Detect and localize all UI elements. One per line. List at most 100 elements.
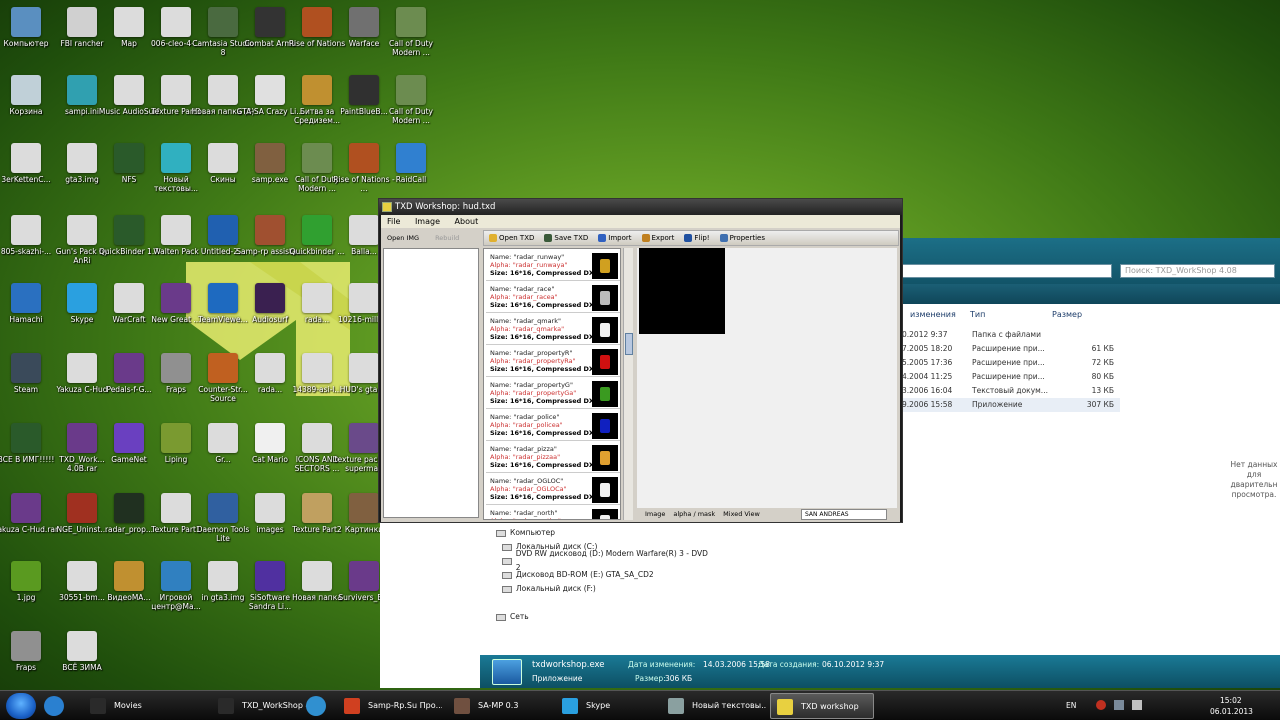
nav-item-label: Дисковод BD-ROM (E:) GTA_SA_CD2 <box>516 570 654 579</box>
tab-mixed-view[interactable]: Mixed View <box>723 510 760 518</box>
nav-item[interactable]: DVD RW дисковод (D:) Modern Warfare(R) 3… <box>502 549 708 572</box>
toolbar-icon <box>489 234 497 242</box>
nav-item[interactable]: Компьютер <box>496 526 708 540</box>
texture-entry[interactable]: Name: "radar_pizza" Alpha: "radar_pizzaa"… <box>486 443 620 473</box>
search-input[interactable]: Поиск: TXD_WorkShop 4.08 <box>1120 264 1275 278</box>
column-modified[interactable]: изменения <box>910 310 956 319</box>
texture-entry[interactable]: Name: "radar_OGLOC" Alpha: "radar_OGLOCa"… <box>486 475 620 505</box>
menu-file[interactable]: File <box>387 217 400 226</box>
start-button[interactable] <box>6 693 36 719</box>
texture-name: Name: "radar_race" <box>490 285 555 293</box>
taskbar-button[interactable]: SA-MP 0.3 <box>448 693 552 719</box>
taskbar-button[interactable]: Новый текстовы... <box>662 693 766 719</box>
taskbar-button[interactable]: Movies <box>84 693 208 719</box>
toolbar-icon <box>719 234 728 242</box>
texture-entry[interactable]: Name: "radar_qmark" Alpha: "radar_qmarka"… <box>486 315 620 345</box>
toolbar-button[interactable]: Import <box>598 234 632 242</box>
texture-name: Name: "radar_runway" <box>490 253 565 261</box>
file-icon <box>114 353 144 383</box>
texture-entry[interactable]: Name: "radar_race" Alpha: "radar_racea" Si… <box>486 283 620 313</box>
file-icon <box>349 7 379 37</box>
clock-time[interactable]: 15:02 <box>1220 696 1242 705</box>
file-icon <box>114 215 144 245</box>
nav-item[interactable]: Локальный диск (F:) <box>502 582 708 596</box>
desktop-icon[interactable]: Call of Duty Modern ... <box>377 72 445 140</box>
texture-thumbnail <box>592 253 618 279</box>
open-img-button[interactable]: Open IMG <box>387 234 419 242</box>
desktop-icon-label: Call of Duty Modern ... <box>389 107 433 125</box>
texture-size: Size: 16*16, Compressed DXT1 <box>490 333 594 341</box>
file-row[interactable]: 0.2012 9:37 Папка с файлами <box>900 328 1120 342</box>
volume-icon[interactable] <box>1132 700 1142 710</box>
menu-about[interactable]: About <box>455 217 479 226</box>
texture-size: Size: 16*16, Compressed DXT1 <box>490 301 594 309</box>
file-icon <box>161 283 191 313</box>
nav-item[interactable]: Сеть <box>496 610 708 624</box>
details-pane: txdworkshop.exe Приложение Дата изменени… <box>480 655 1280 688</box>
texture-size: Size: 16*16, Compressed DXT1 <box>490 461 594 469</box>
texture-icon <box>600 323 610 337</box>
texture-size: Size: 16*16, Compressed DXT1 <box>490 429 594 437</box>
network-icon[interactable] <box>1114 700 1124 710</box>
file-icon <box>161 75 191 105</box>
file-size: 61 КБ <box>1091 344 1114 353</box>
scrollbar-thumb[interactable] <box>625 333 633 355</box>
texture-entry[interactable]: Name: "radar_police" Alpha: "radar_police… <box>486 411 620 441</box>
taskbar-button-label: TXD workshop <box>801 702 859 711</box>
file-icon <box>255 215 285 245</box>
file-icon <box>208 493 238 523</box>
language-indicator[interactable]: EN <box>1066 701 1076 710</box>
app-icon <box>492 659 522 685</box>
rebuild-button[interactable]: Rebuild <box>435 234 459 242</box>
file-row[interactable]: 3.2006 16:04 Текстовый докум... 13 КБ <box>900 384 1120 398</box>
toolbar-button[interactable]: Properties <box>719 234 765 242</box>
taskbar-button[interactable]: TXD workshop <box>770 693 874 719</box>
taskbar-button[interactable]: Samp-Rp.Su Про... <box>338 693 442 719</box>
texture-alpha: Alpha: "radar_propertyGa" <box>490 389 577 397</box>
file-modified: 5.2005 17:36 <box>902 358 953 367</box>
antivirus-icon[interactable] <box>1096 700 1106 710</box>
texture-size: Size: 16*16, Compressed DXT1 <box>490 269 594 277</box>
texture-entry[interactable]: Name: "radar_north"Alpha: "radar_northa"… <box>486 507 620 519</box>
texture-scrollbar[interactable] <box>623 248 633 520</box>
tab-alpha-mask[interactable]: alpha / mask <box>673 510 715 518</box>
window-title: TXD Workshop: hud.txd <box>395 202 496 212</box>
file-icon <box>208 7 238 37</box>
file-row[interactable]: 9.2006 15:58 Приложение 307 КБ <box>900 398 1120 412</box>
file-size: 80 КБ <box>1091 372 1114 381</box>
file-modified: 4.2004 11:25 <box>902 372 953 381</box>
texture-entry[interactable]: Name: "radar_propertyR" Alpha: "radar_pro… <box>486 347 620 377</box>
toolbar-button[interactable]: Flip! <box>684 234 710 242</box>
toolbar-button[interactable]: Save TXD <box>544 234 588 242</box>
menu-image[interactable]: Image <box>415 217 440 226</box>
desktop-icon[interactable]: ВСЁ ЗИМА <box>48 628 116 696</box>
window-title-bar[interactable]: TXD Workshop: hud.txd <box>379 199 902 215</box>
taskbar-button[interactable]: TXD_WorkShop 4.... <box>212 693 310 719</box>
pinned-app-icon[interactable] <box>44 696 64 716</box>
txd-workshop-window: TXD Workshop: hud.txd File Image About O… <box>378 198 903 523</box>
address-bar[interactable] <box>900 264 1112 278</box>
desktop-icon[interactable]: Call of Duty Modern ... <box>377 4 445 72</box>
img-archive-list[interactable] <box>383 248 479 518</box>
column-type[interactable]: Тип <box>970 310 985 319</box>
toolbar-button[interactable]: Export <box>641 234 674 242</box>
file-icon <box>161 493 191 523</box>
file-row[interactable]: 7.2005 18:20 Расширение при... 61 КБ <box>900 342 1120 356</box>
tab-image[interactable]: Image <box>645 510 665 518</box>
file-icon <box>396 75 426 105</box>
file-icon <box>349 423 379 453</box>
pinned-app-icon[interactable] <box>306 696 326 716</box>
texture-entry[interactable]: Name: "radar_runway" Alpha: "radar_runway… <box>486 251 620 281</box>
texture-thumbnail <box>592 445 618 471</box>
taskbar-button[interactable]: Skype <box>556 693 660 719</box>
game-version-select[interactable]: SAN ANDREAS <box>801 509 887 520</box>
file-type: Текстовый докум... <box>972 386 1048 395</box>
toolbar-button[interactable]: Open TXD <box>489 234 534 242</box>
file-row[interactable]: 4.2004 11:25 Расширение при... 80 КБ <box>900 370 1120 384</box>
file-icon <box>396 7 426 37</box>
column-size[interactable]: Размер <box>1052 310 1082 319</box>
file-row[interactable]: 5.2005 17:36 Расширение при... 72 КБ <box>900 356 1120 370</box>
texture-list[interactable]: Name: "radar_runway" Alpha: "radar_runway… <box>483 248 621 520</box>
texture-entry[interactable]: Name: "radar_propertyG" Alpha: "radar_pro… <box>486 379 620 409</box>
clock-date[interactable]: 06.01.2013 <box>1210 707 1253 716</box>
